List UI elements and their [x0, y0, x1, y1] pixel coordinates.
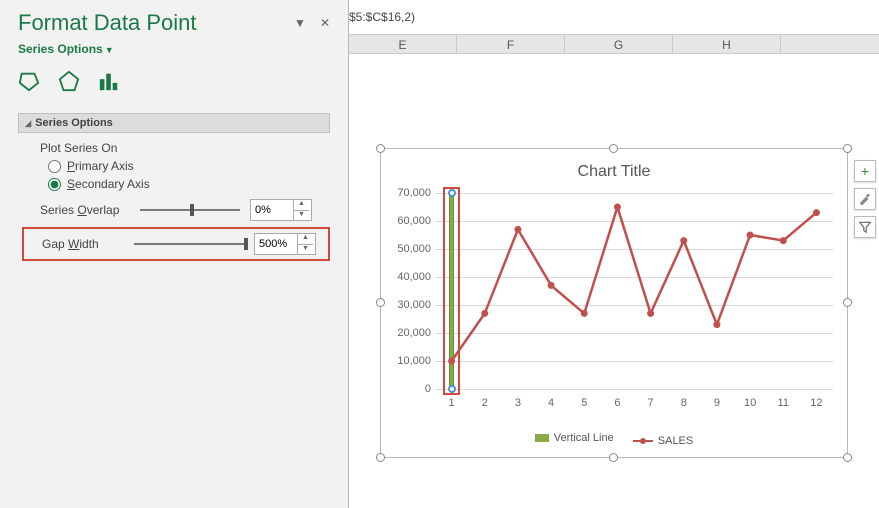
resize-handle-r[interactable]	[843, 298, 852, 307]
gap-down-icon[interactable]: ▼	[298, 245, 313, 255]
legend-bar-swatch-icon	[535, 434, 549, 442]
series-options-icon[interactable]	[98, 70, 120, 97]
col-header-h[interactable]: H	[673, 35, 781, 53]
x-axis-tick: 6	[614, 397, 620, 409]
chart-elements-button[interactable]: +	[854, 160, 876, 182]
secondary-axis-input[interactable]	[48, 178, 61, 191]
resize-handle-tl[interactable]	[376, 144, 385, 153]
sales-line-series[interactable]	[435, 193, 833, 389]
gap-width-input[interactable]	[255, 238, 297, 250]
col-header-e[interactable]: E	[349, 35, 457, 53]
gap-width-spinbox[interactable]: ▲▼	[254, 233, 316, 255]
y-axis-tick: 20,000	[385, 327, 431, 339]
section-header-label: Series Options	[35, 117, 113, 129]
x-axis-tick: 12	[810, 397, 822, 409]
format-data-point-pane: Format Data Point ▼ ✕ Series Options▼ ◢ …	[0, 0, 349, 508]
resize-handle-t[interactable]	[609, 144, 618, 153]
y-axis-tick: 50,000	[385, 243, 431, 255]
chart-filters-button[interactable]	[854, 216, 876, 238]
gap-up-icon[interactable]: ▲	[298, 234, 313, 245]
y-axis-tick: 60,000	[385, 215, 431, 227]
pane-title: Format Data Point	[18, 10, 197, 36]
y-axis-tick: 70,000	[385, 187, 431, 199]
plot-area[interactable]: 010,00020,00030,00040,00050,00060,00070,…	[435, 193, 833, 389]
chart-title[interactable]: Chart Title	[381, 163, 847, 181]
x-axis-tick: 11	[778, 397, 789, 409]
legend-vertical-line[interactable]: Vertical Line	[535, 432, 614, 444]
overlap-up-icon[interactable]: ▲	[294, 200, 309, 211]
chart-styles-button[interactable]	[854, 188, 876, 210]
series-options-label: Series Options	[18, 42, 103, 56]
y-axis-tick: 10,000	[385, 355, 431, 367]
x-axis-tick: 3	[515, 397, 521, 409]
series-overlap-spinbox[interactable]: ▲▼	[250, 199, 312, 221]
x-axis-tick: 1	[449, 397, 455, 409]
primary-axis-radio[interactable]: Primary Axis	[48, 159, 330, 173]
x-axis-tick: 2	[482, 397, 488, 409]
plot-series-on-label: Plot Series On	[40, 141, 330, 155]
primary-axis-input[interactable]	[48, 160, 61, 173]
y-axis-tick: 40,000	[385, 271, 431, 283]
resize-handle-bl[interactable]	[376, 453, 385, 462]
x-axis-tick: 5	[581, 397, 587, 409]
primary-axis-label: rimary Axis	[75, 159, 134, 173]
legend-line-swatch-icon	[633, 440, 653, 442]
gridline	[435, 389, 833, 390]
gap-width-slider[interactable]	[134, 238, 244, 250]
resize-handle-tr[interactable]	[843, 144, 852, 153]
series-overlap-row: Series Overlap ▲▼	[40, 199, 330, 221]
series-overlap-label: Series	[40, 203, 77, 217]
gap-width-row-highlighted: Gap Width ▲▼	[22, 227, 330, 261]
x-axis-tick: 4	[548, 397, 554, 409]
gap-width-label: Gap	[42, 237, 68, 251]
legend-sales[interactable]: SALES	[633, 435, 693, 447]
resize-handle-l[interactable]	[376, 298, 385, 307]
col-header-g[interactable]: G	[565, 35, 673, 53]
overlap-down-icon[interactable]: ▼	[294, 211, 309, 221]
legend-vertical-line-label: Vertical Line	[554, 432, 614, 444]
series-options-section-header[interactable]: ◢ Series Options	[18, 113, 330, 133]
x-axis-tick: 7	[648, 397, 654, 409]
formula-bar-fragment: $5:$C$16,2)	[349, 10, 415, 24]
resize-handle-b[interactable]	[609, 453, 618, 462]
collapse-triangle-icon: ◢	[25, 119, 31, 128]
col-header-f[interactable]: F	[457, 35, 565, 53]
secondary-axis-radio[interactable]: Secondary Axis	[48, 177, 330, 191]
chart-object[interactable]: Chart Title 010,00020,00030,00040,00050,…	[380, 148, 848, 458]
effects-icon[interactable]	[58, 70, 80, 97]
chart-side-buttons: +	[854, 160, 876, 238]
x-axis-tick: 8	[681, 397, 687, 409]
secondary-axis-label: econdary Axis	[75, 177, 150, 191]
chevron-down-icon: ▼	[105, 45, 114, 55]
legend-sales-label: SALES	[658, 435, 693, 447]
y-axis-tick: 0	[385, 383, 431, 395]
series-options-dropdown[interactable]: Series Options▼	[18, 42, 330, 56]
y-axis-tick: 30,000	[385, 299, 431, 311]
x-axis-tick: 9	[714, 397, 720, 409]
pane-close-icon[interactable]: ✕	[320, 16, 330, 30]
fill-outline-icon[interactable]	[18, 70, 40, 97]
chart-legend[interactable]: Vertical Line SALES	[381, 432, 847, 447]
x-axis-tick: 10	[744, 397, 756, 409]
resize-handle-br[interactable]	[843, 453, 852, 462]
column-headers: E F G H	[349, 34, 879, 54]
pane-dropdown-icon[interactable]: ▼	[294, 16, 306, 30]
series-overlap-input[interactable]	[251, 204, 293, 216]
series-overlap-slider[interactable]	[140, 204, 240, 216]
